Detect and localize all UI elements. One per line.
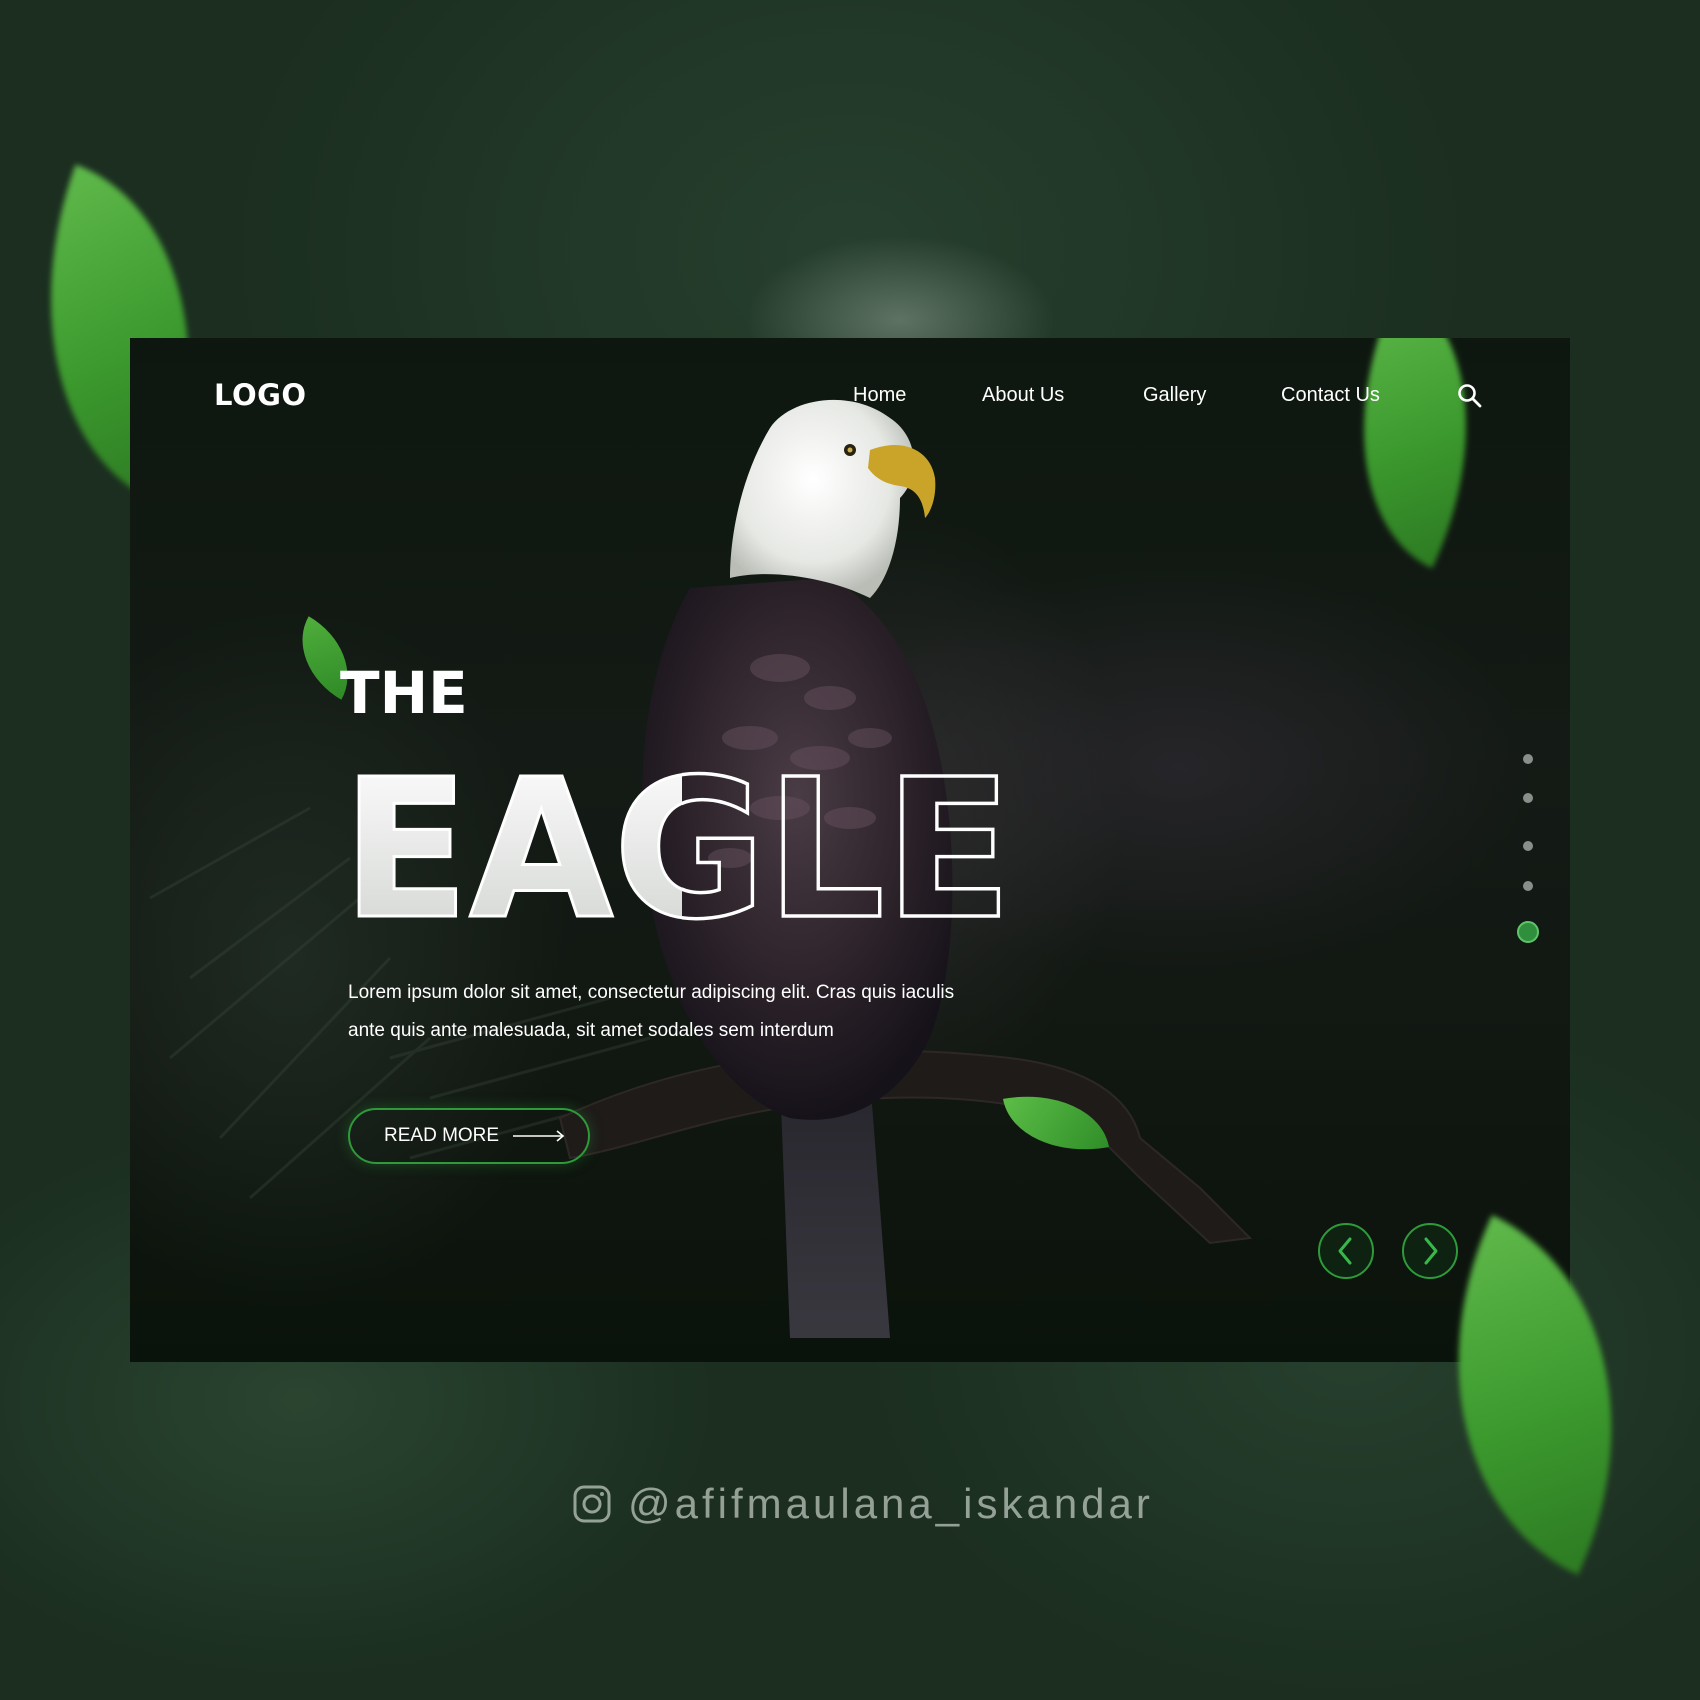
- page-background: LOGO Home About Us Gallery Contact Us TH…: [0, 0, 1700, 1700]
- instagram-handle: @afifmaulana_iskandar: [628, 1480, 1154, 1527]
- search-icon: [1458, 384, 1482, 408]
- logo[interactable]: LOGO: [214, 378, 307, 412]
- instagram-icon: [573, 1485, 611, 1523]
- hero-description-line: Lorem ipsum dolor sit amet, consectetur …: [348, 982, 955, 1003]
- hero-description-line: ante quis ante malesuada, sit amet sodal…: [348, 1020, 834, 1041]
- hero-card: LOGO Home About Us Gallery Contact Us TH…: [130, 338, 1570, 1362]
- slide-dot-4[interactable]: [1523, 881, 1533, 891]
- slide-dot-1[interactable]: [1523, 754, 1533, 764]
- chevron-left-icon: [1338, 1237, 1352, 1265]
- slide-indicators: [1508, 338, 1548, 1362]
- arrow-right-icon: [513, 1130, 565, 1142]
- nav-link-gallery[interactable]: Gallery: [1143, 384, 1206, 407]
- hero-title: EAGLE EAGLE: [342, 758, 1014, 928]
- nav-link-contact-us[interactable]: Contact Us: [1281, 384, 1380, 407]
- slide-dot-5-active[interactable]: [1517, 921, 1539, 943]
- next-slide-button[interactable]: [1402, 1223, 1458, 1279]
- read-more-button[interactable]: READ MORE: [348, 1108, 590, 1164]
- search-button[interactable]: [1456, 382, 1484, 410]
- chevron-right-icon: [1424, 1237, 1438, 1265]
- nav-link-home[interactable]: Home: [853, 384, 906, 407]
- hero-description: Lorem ipsum dolor sit amet, consectetur …: [348, 974, 1048, 1050]
- prev-slide-button[interactable]: [1318, 1223, 1374, 1279]
- read-more-label: READ MORE: [384, 1125, 500, 1146]
- top-navigation: LOGO Home About Us Gallery Contact Us: [130, 338, 1570, 450]
- hero-pretitle: THE: [340, 659, 468, 727]
- slide-dot-2[interactable]: [1523, 793, 1533, 803]
- instagram-credit: @afifmaulana_iskandar: [572, 1476, 1154, 1532]
- slide-dot-3[interactable]: [1523, 841, 1533, 851]
- nav-link-about-us[interactable]: About Us: [982, 384, 1064, 407]
